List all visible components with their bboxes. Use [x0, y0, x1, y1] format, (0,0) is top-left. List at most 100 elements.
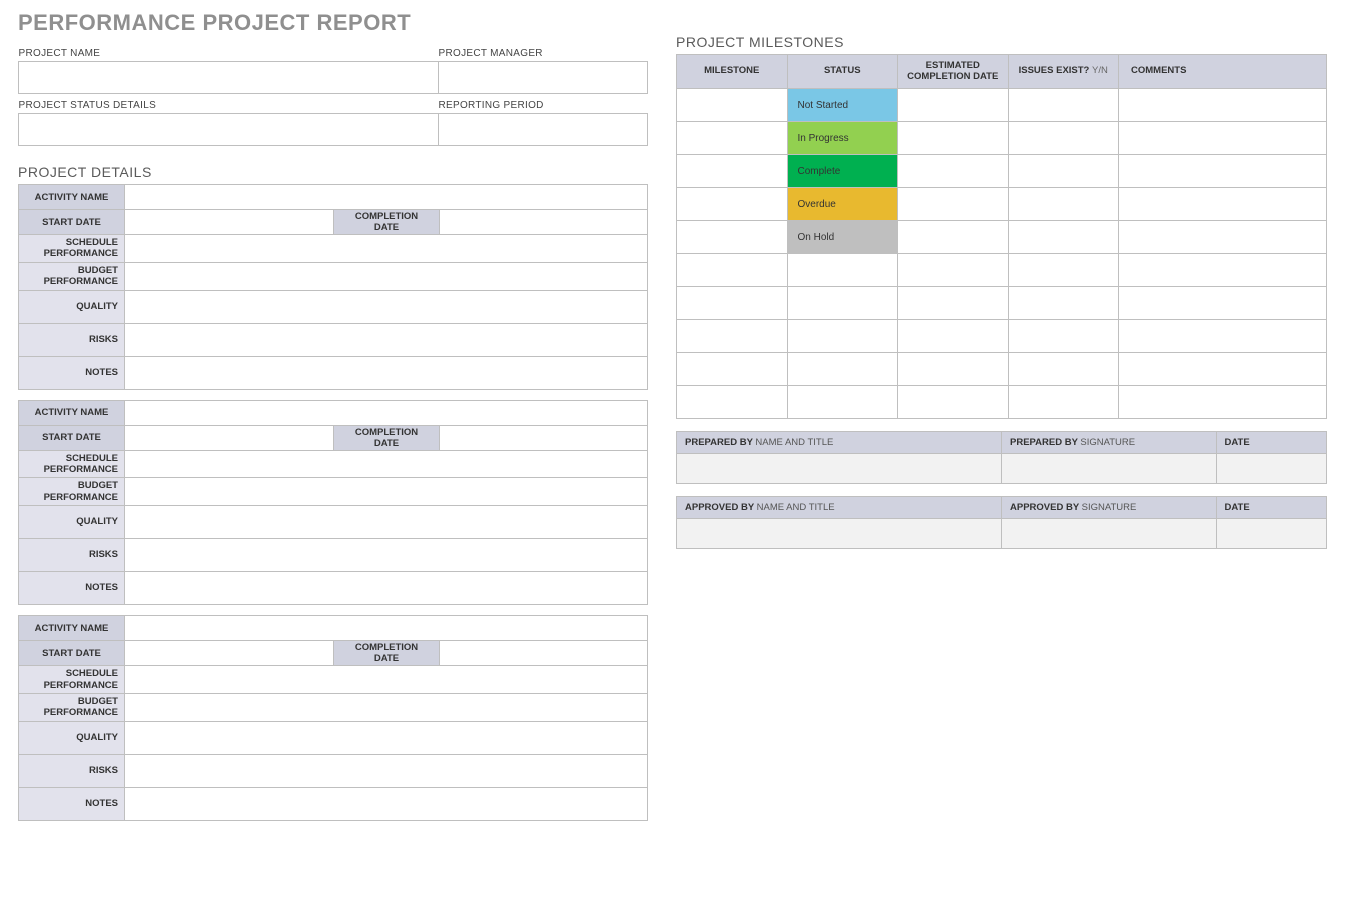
- approved-by-sig-input[interactable]: [1002, 519, 1217, 549]
- activity-name-input[interactable]: [125, 616, 648, 641]
- completion-date-label: COMPLETION DATE: [334, 210, 440, 235]
- th-status: STATUS: [787, 55, 898, 89]
- milestone-cell[interactable]: [677, 221, 788, 254]
- activity-block: ACTIVITY NAMESTART DATECOMPLETION DATESC…: [18, 615, 648, 821]
- status-details-input[interactable]: [19, 114, 439, 146]
- start-date-input[interactable]: [125, 641, 334, 666]
- th-est-completion: ESTIMATED COMPLETION DATE: [898, 55, 1009, 89]
- milestone-row: In Progress: [677, 122, 1327, 155]
- approved-by-date-input[interactable]: [1216, 519, 1327, 549]
- milestone-cell[interactable]: [677, 386, 788, 419]
- milestones-table: MILESTONE STATUS ESTIMATED COMPLETION DA…: [676, 54, 1327, 419]
- budget-performance-label: BUDGET PERFORMANCE: [19, 262, 125, 290]
- activity-name-input[interactable]: [125, 400, 648, 425]
- notes-input[interactable]: [125, 572, 648, 605]
- issues-cell[interactable]: [1008, 287, 1119, 320]
- prepared-by-name-input[interactable]: [677, 454, 1002, 484]
- est-completion-cell[interactable]: [898, 122, 1009, 155]
- est-completion-cell[interactable]: [898, 188, 1009, 221]
- project-manager-input[interactable]: [439, 62, 648, 94]
- schedule-performance-label: SCHEDULE PERFORMANCE: [19, 666, 125, 694]
- milestone-cell[interactable]: [677, 320, 788, 353]
- milestone-cell[interactable]: [677, 254, 788, 287]
- issues-cell[interactable]: [1008, 221, 1119, 254]
- comments-cell[interactable]: [1119, 221, 1327, 254]
- reporting-period-input[interactable]: [439, 114, 648, 146]
- milestone-cell[interactable]: [677, 122, 788, 155]
- comments-cell[interactable]: [1119, 155, 1327, 188]
- milestone-cell[interactable]: [677, 353, 788, 386]
- status-cell[interactable]: [787, 287, 898, 320]
- issues-cell[interactable]: [1008, 155, 1119, 188]
- est-completion-cell[interactable]: [898, 221, 1009, 254]
- risks-label: RISKS: [19, 539, 125, 572]
- issues-cell[interactable]: [1008, 320, 1119, 353]
- completion-date-input[interactable]: [440, 210, 648, 235]
- issues-cell[interactable]: [1008, 89, 1119, 122]
- issues-cell[interactable]: [1008, 122, 1119, 155]
- comments-cell[interactable]: [1119, 386, 1327, 419]
- est-completion-cell[interactable]: [898, 287, 1009, 320]
- status-cell[interactable]: Not Started: [787, 89, 898, 122]
- completion-date-input[interactable]: [440, 641, 648, 666]
- schedule-performance-input[interactable]: [125, 450, 648, 478]
- quality-input[interactable]: [125, 506, 648, 539]
- risks-input[interactable]: [125, 754, 648, 787]
- milestone-cell[interactable]: [677, 155, 788, 188]
- status-cell[interactable]: In Progress: [787, 122, 898, 155]
- schedule-performance-input[interactable]: [125, 235, 648, 263]
- start-date-label: START DATE: [19, 210, 125, 235]
- notes-input[interactable]: [125, 787, 648, 820]
- milestones-heading: PROJECT MILESTONES: [676, 34, 1327, 50]
- est-completion-cell[interactable]: [898, 353, 1009, 386]
- est-completion-cell[interactable]: [898, 386, 1009, 419]
- comments-cell[interactable]: [1119, 320, 1327, 353]
- project-meta-table-2: PROJECT STATUS DETAILS REPORTING PERIOD: [18, 98, 648, 146]
- budget-performance-input[interactable]: [125, 262, 648, 290]
- milestone-cell[interactable]: [677, 188, 788, 221]
- est-completion-cell[interactable]: [898, 89, 1009, 122]
- milestone-cell[interactable]: [677, 89, 788, 122]
- approved-by-name-input[interactable]: [677, 519, 1002, 549]
- budget-performance-input[interactable]: [125, 693, 648, 721]
- issues-cell[interactable]: [1008, 386, 1119, 419]
- comments-cell[interactable]: [1119, 353, 1327, 386]
- status-cell[interactable]: Complete: [787, 155, 898, 188]
- project-name-input[interactable]: [19, 62, 439, 94]
- issues-cell[interactable]: [1008, 188, 1119, 221]
- risks-input[interactable]: [125, 539, 648, 572]
- status-cell[interactable]: [787, 320, 898, 353]
- schedule-performance-input[interactable]: [125, 666, 648, 694]
- page-title: PERFORMANCE PROJECT REPORT: [18, 10, 648, 36]
- activity-name-input[interactable]: [125, 185, 648, 210]
- notes-input[interactable]: [125, 356, 648, 389]
- status-cell[interactable]: [787, 353, 898, 386]
- risks-input[interactable]: [125, 323, 648, 356]
- start-date-input[interactable]: [125, 425, 334, 450]
- comments-cell[interactable]: [1119, 89, 1327, 122]
- status-cell[interactable]: [787, 386, 898, 419]
- comments-cell[interactable]: [1119, 254, 1327, 287]
- budget-performance-input[interactable]: [125, 478, 648, 506]
- est-completion-cell[interactable]: [898, 155, 1009, 188]
- est-completion-cell[interactable]: [898, 254, 1009, 287]
- project-name-label: PROJECT NAME: [19, 46, 439, 62]
- prepared-by-sig-input[interactable]: [1002, 454, 1217, 484]
- comments-cell[interactable]: [1119, 287, 1327, 320]
- prepared-by-date-input[interactable]: [1216, 454, 1327, 484]
- completion-date-input[interactable]: [440, 425, 648, 450]
- quality-input[interactable]: [125, 721, 648, 754]
- milestone-cell[interactable]: [677, 287, 788, 320]
- comments-cell[interactable]: [1119, 122, 1327, 155]
- start-date-input[interactable]: [125, 210, 334, 235]
- quality-input[interactable]: [125, 290, 648, 323]
- issues-cell[interactable]: [1008, 254, 1119, 287]
- budget-performance-label: BUDGET PERFORMANCE: [19, 478, 125, 506]
- status-cell[interactable]: On Hold: [787, 221, 898, 254]
- issues-cell[interactable]: [1008, 353, 1119, 386]
- comments-cell[interactable]: [1119, 188, 1327, 221]
- status-cell[interactable]: Overdue: [787, 188, 898, 221]
- est-completion-cell[interactable]: [898, 320, 1009, 353]
- milestone-row: On Hold: [677, 221, 1327, 254]
- status-cell[interactable]: [787, 254, 898, 287]
